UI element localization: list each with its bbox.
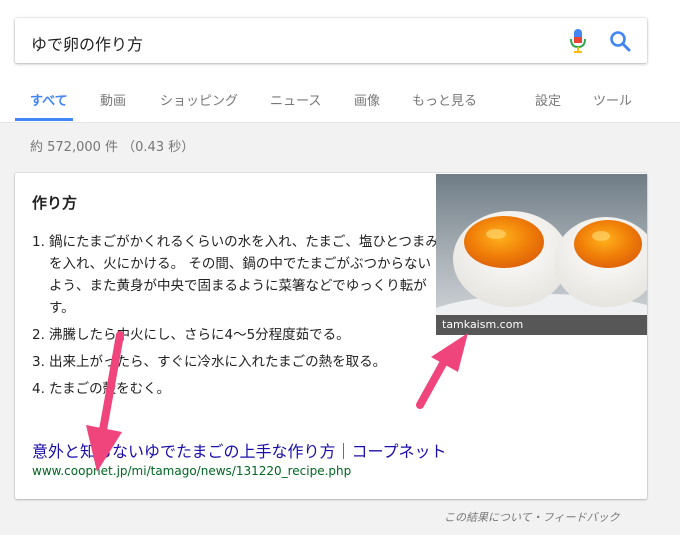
list-item: 2. 沸騰したら中火にし、さらに4〜5分程度茹でる。: [32, 324, 444, 346]
step-text: 鍋にたまごがかくれるくらいの水を入れ、たまご、塩ひとつまみを入れ、火にかける。 …: [49, 234, 439, 316]
microphone-icon[interactable]: [568, 28, 588, 54]
list-item: 1. 鍋にたまごがかくれるくらいの水を入れ、たまご、塩ひとつまみを入れ、火にかけ…: [32, 231, 444, 319]
step-text: たまごの殻をむく。: [49, 381, 171, 397]
snippet-steps: 1. 鍋にたまごがかくれるくらいの水を入れ、たまご、塩ひとつまみを入れ、火にかけ…: [32, 231, 444, 400]
result-url: www.coopnet.jp/mi/tamago/news/131220_rec…: [32, 464, 352, 478]
tab-videos[interactable]: 動画: [100, 90, 126, 109]
active-tab-indicator: [15, 118, 73, 121]
featured-snippet-card: 作り方 1. 鍋にたまごがかくれるくらいの水を入れ、たまご、塩ひとつまみを入れ、…: [15, 173, 647, 499]
tab-settings[interactable]: 設定: [535, 90, 561, 109]
tab-tools[interactable]: ツール: [593, 90, 632, 109]
step-number: 4.: [32, 381, 45, 397]
image-source-caption: tamkaism.com: [436, 315, 647, 335]
snippet-image[interactable]: tamkaism.com: [436, 174, 647, 335]
step-text: 沸騰したら中火にし、さらに4〜5分程度茹でる。: [49, 327, 350, 343]
list-item: 4. たまごの殻をむく。: [32, 378, 444, 400]
tab-shopping[interactable]: ショッピング: [160, 90, 238, 109]
search-icon[interactable]: [609, 30, 631, 52]
tab-news[interactable]: ニュース: [270, 90, 321, 109]
result-title-link[interactable]: 意外と知らないゆでたまごの上手な作り方｜コープネット: [32, 438, 447, 462]
search-input[interactable]: ゆで卵の作り方: [31, 31, 143, 55]
step-text: 出来上がったら、すぐに冷水に入れたまごの熱を取る。: [49, 354, 387, 370]
search-tabs: すべて 動画 ショッピング ニュース 画像 もっと見る 設定 ツール: [0, 88, 680, 122]
step-number: 1.: [32, 234, 45, 250]
step-number: 2.: [32, 327, 45, 343]
result-stats: 約 572,000 件 （0.43 秒）: [30, 140, 195, 155]
top-bar: ゆで卵の作り方 すべて 動画 ショッピング ニュース 画像 もっと見る 設定 ツ…: [0, 0, 680, 123]
snippet-title: 作り方: [32, 194, 78, 212]
list-item: 3. 出来上がったら、すぐに冷水に入れたまごの熱を取る。: [32, 351, 444, 373]
feedback-link[interactable]: この結果について・フィードバック: [444, 509, 619, 525]
tab-more[interactable]: もっと見る: [412, 90, 477, 109]
tab-all[interactable]: すべて: [30, 90, 68, 109]
boiled-egg-photo: [436, 174, 647, 335]
tab-images[interactable]: 画像: [354, 90, 380, 109]
search-box[interactable]: ゆで卵の作り方: [15, 18, 647, 63]
step-number: 3.: [32, 354, 45, 370]
